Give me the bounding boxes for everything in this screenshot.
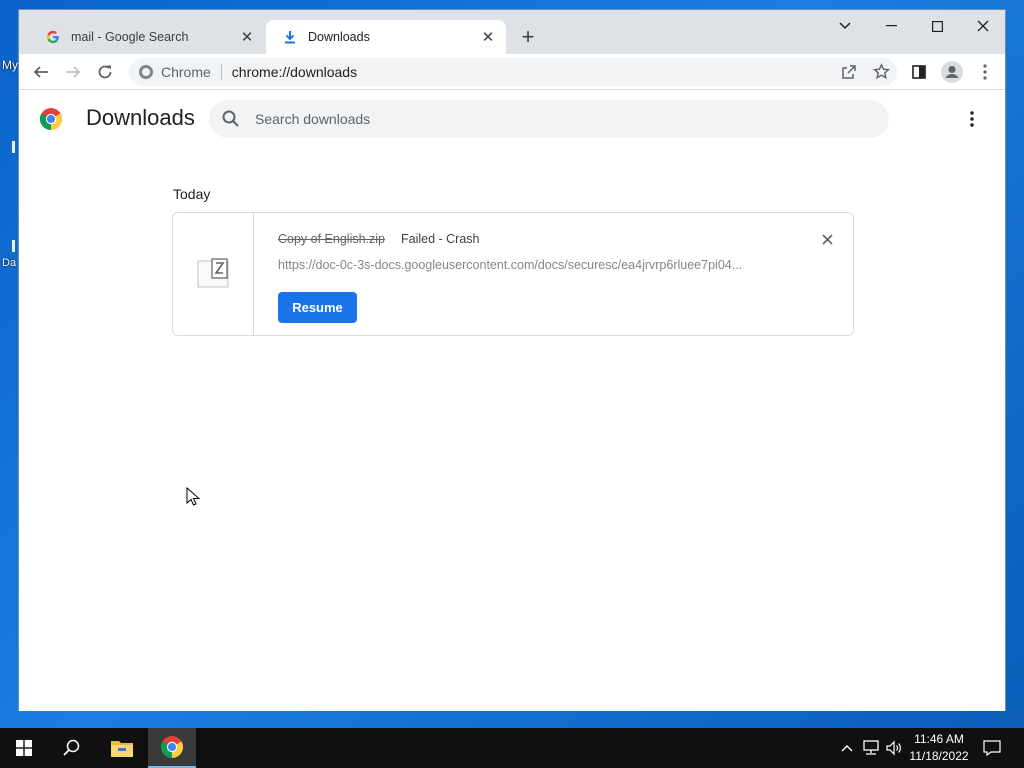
google-g-icon <box>45 29 61 45</box>
taskbar: 11:46 AM 11/18/2022 <box>0 728 1024 768</box>
date-group-label: Today <box>173 186 211 202</box>
taskbar-clock[interactable]: 11:46 AM 11/18/2022 <box>905 731 973 765</box>
file-explorer-icon[interactable] <box>98 728 146 768</box>
share-icon[interactable] <box>841 64 857 83</box>
new-tab-button[interactable]: + <box>516 26 540 50</box>
clock-date: 11/18/2022 <box>909 749 969 763</box>
search-box[interactable] <box>209 100 889 138</box>
download-status: Failed - Crash <box>401 232 480 246</box>
back-icon[interactable] <box>27 58 55 86</box>
download-filename[interactable]: Copy of English.zip <box>278 232 385 246</box>
browser-menu-icon[interactable] <box>971 58 999 86</box>
chrome-logo-icon <box>39 107 63 131</box>
maximize-icon[interactable] <box>914 10 960 42</box>
start-button-windows-icon[interactable] <box>0 728 48 768</box>
tab-google-search[interactable]: mail - Google Search ✕ <box>29 20 265 54</box>
show-hidden-icons-chevron-icon[interactable] <box>838 728 856 768</box>
toolbar: Chrome chrome://downloads <box>19 54 1005 90</box>
site-chip: Chrome <box>161 64 211 80</box>
downloads-header: Downloads <box>19 91 1005 147</box>
more-actions-icon[interactable] <box>960 107 984 131</box>
profile-avatar-icon[interactable] <box>938 58 966 86</box>
close-tab-icon[interactable]: ✕ <box>480 29 496 46</box>
address-bar[interactable]: Chrome chrome://downloads <box>129 58 897 86</box>
desktop-icon-label[interactable]: My <box>2 58 18 72</box>
download-icon <box>282 29 298 45</box>
clock-time: 11:46 AM <box>914 732 964 746</box>
chrome-site-icon <box>139 65 153 79</box>
side-panel-icon[interactable] <box>905 58 933 86</box>
close-tab-icon[interactable]: ✕ <box>239 29 255 46</box>
volume-icon[interactable] <box>883 728 905 768</box>
search-icon[interactable] <box>48 728 96 768</box>
reload-icon[interactable] <box>91 58 119 86</box>
page-title: Downloads <box>86 105 195 130</box>
notifications-icon[interactable] <box>980 728 1004 768</box>
url-text[interactable]: chrome://downloads <box>232 64 357 80</box>
zip-file-icon <box>197 257 229 289</box>
desktop-icon[interactable] <box>12 240 15 252</box>
desktop-icon[interactable] <box>12 141 15 153</box>
tab-title: Downloads <box>308 30 370 44</box>
tab-search-chevron-icon[interactable] <box>822 10 868 42</box>
chrome-taskbar-icon[interactable] <box>148 728 196 768</box>
resume-button[interactable]: Resume <box>278 292 357 323</box>
desktop-icon-label[interactable]: Da <box>2 257 16 269</box>
close-window-icon[interactable] <box>960 10 1006 42</box>
tab-downloads[interactable]: Downloads ✕ <box>266 20 506 54</box>
tab-title: mail - Google Search <box>71 30 189 44</box>
forward-icon[interactable] <box>59 58 87 86</box>
browser-window: mail - Google Search ✕ Downloads ✕ + Chr… <box>18 9 1006 711</box>
download-item: Copy of English.zip Failed - Crash https… <box>172 212 854 336</box>
minimize-icon[interactable] <box>868 10 914 42</box>
download-url[interactable]: https://doc-0c-3s-docs.googleusercontent… <box>278 258 778 272</box>
search-input[interactable] <box>255 111 855 127</box>
search-icon <box>221 109 241 129</box>
tab-strip: mail - Google Search ✕ Downloads ✕ + <box>19 10 1005 54</box>
remove-download-icon[interactable] <box>817 229 837 249</box>
bookmark-star-icon[interactable] <box>872 63 891 83</box>
network-icon[interactable] <box>860 728 882 768</box>
downloads-page: Downloads Today <box>19 91 1005 711</box>
mouse-cursor-icon <box>186 486 201 507</box>
